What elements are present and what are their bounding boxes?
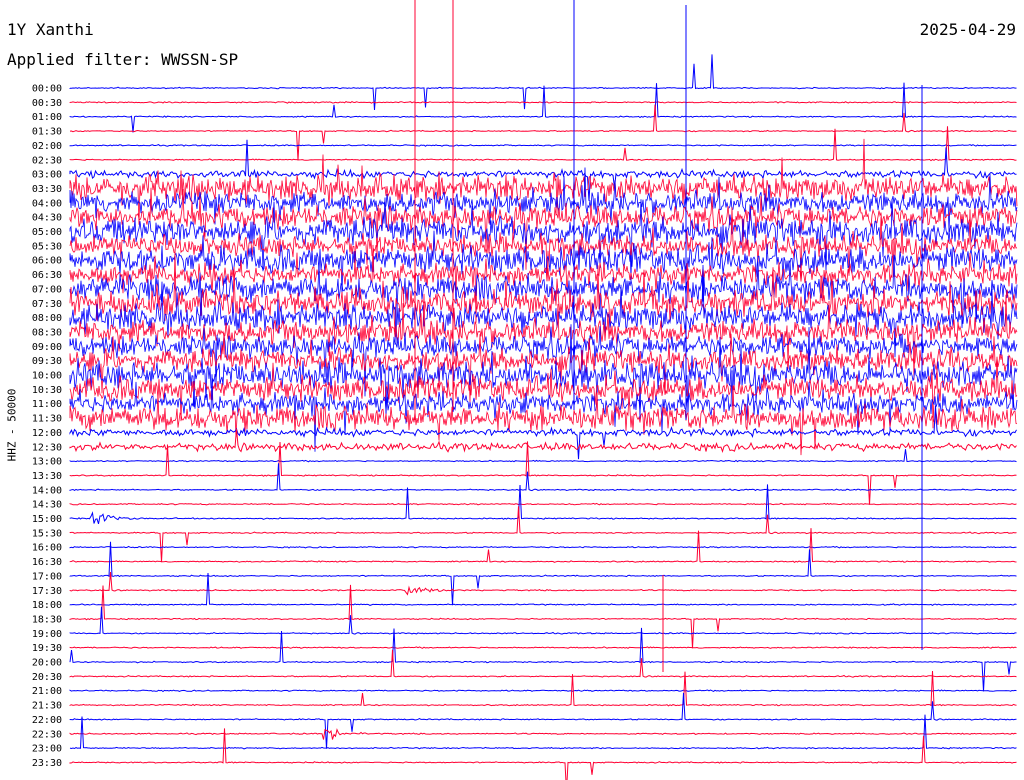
time-tick-label: 03:30: [32, 184, 62, 195]
trace-row: [69, 584, 1017, 649]
time-tick-label: 13:00: [32, 457, 62, 468]
time-tick-label: 16:00: [32, 543, 62, 554]
time-tick-label: 21:30: [32, 701, 62, 712]
time-tick-label: 20:30: [32, 672, 62, 683]
trace-row: [69, 463, 1017, 492]
trace-row: [69, 197, 1018, 282]
time-tick-label: 05:00: [32, 227, 62, 238]
trace-row: [69, 82, 1017, 133]
trace-row: [69, 541, 1017, 606]
time-tick-label: 02:00: [32, 141, 62, 152]
time-tick-label: 06:00: [32, 256, 62, 267]
trace-row: [69, 649, 1017, 678]
time-tick-label: 14:00: [32, 485, 62, 496]
time-tick-label: 17:00: [32, 571, 62, 582]
time-tick-label: 19:30: [32, 643, 62, 654]
time-tick-label: 07:30: [32, 299, 62, 310]
time-tick-label: 18:30: [32, 614, 62, 625]
time-tick-label: 06:30: [32, 270, 62, 281]
trace-row: [69, 449, 1017, 463]
time-tick-label: 23:30: [32, 758, 62, 769]
trace-row: [69, 692, 1017, 749]
time-tick-label: 13:30: [32, 471, 62, 482]
time-tick-label: 00:30: [32, 98, 62, 109]
time-tick-label: 11:30: [32, 414, 62, 425]
time-tick-label: 05:30: [32, 241, 62, 252]
time-tick-label: 02:30: [32, 155, 62, 166]
time-tick-label: 19:00: [32, 629, 62, 640]
time-tick-label: 10:00: [32, 371, 62, 382]
time-tick-label: 01:00: [32, 112, 62, 123]
time-tick-label: 22:00: [32, 715, 62, 726]
trace-row: [69, 606, 1017, 635]
time-tick-label: 09:30: [32, 356, 62, 367]
time-tick-label: 04:00: [32, 198, 62, 209]
trace-row: [69, 545, 1017, 549]
trace-row: [69, 646, 1017, 649]
trace-row: [69, 689, 1017, 693]
time-tick-label: 15:30: [32, 528, 62, 539]
trace-row: [69, 728, 1017, 740]
trace-row: [69, 627, 1017, 692]
helicorder-plot: 00:00 00:30 01:00 01:30 02:00 02:30 03:00 03:30…: [32, 0, 1018, 780]
time-tick-label: 22:30: [32, 729, 62, 740]
trace-row: [69, 714, 1017, 750]
time-tick-label: 17:30: [32, 586, 62, 597]
time-tick-label: 23:00: [32, 744, 62, 755]
time-tick-label: 10:30: [32, 385, 62, 396]
time-tick-label: 09:00: [32, 342, 62, 353]
time-tick-label: 08:30: [32, 327, 62, 338]
time-tick-label: 18:00: [32, 600, 62, 611]
trace-row: [69, 502, 1017, 506]
time-tick-label: 11:00: [32, 399, 62, 410]
time-tick-label: 00:00: [32, 84, 62, 95]
time-tick-label: 04:30: [32, 213, 62, 224]
time-tick-label: 16:30: [32, 557, 62, 568]
time-tick-label: 20:00: [32, 658, 62, 669]
time-tick-label: 01:30: [32, 127, 62, 138]
trace-row: [69, 572, 1017, 607]
trace-row: [69, 506, 1017, 563]
time-tick-label: 14:30: [32, 500, 62, 511]
time-tick-label: 15:00: [32, 514, 62, 525]
time-tick-label: 12:00: [32, 428, 62, 439]
time-tick-label: 08:00: [32, 313, 62, 324]
trace-row: [69, 728, 1017, 780]
trace-row: [69, 144, 1017, 147]
time-tick-label: 03:00: [32, 170, 62, 181]
trace-row: [69, 441, 1017, 505]
time-tick-label: 12:30: [32, 442, 62, 453]
time-tick-label: 21:00: [32, 686, 62, 697]
time-tick-label: 07:00: [32, 284, 62, 295]
trace-row: [69, 104, 1017, 161]
